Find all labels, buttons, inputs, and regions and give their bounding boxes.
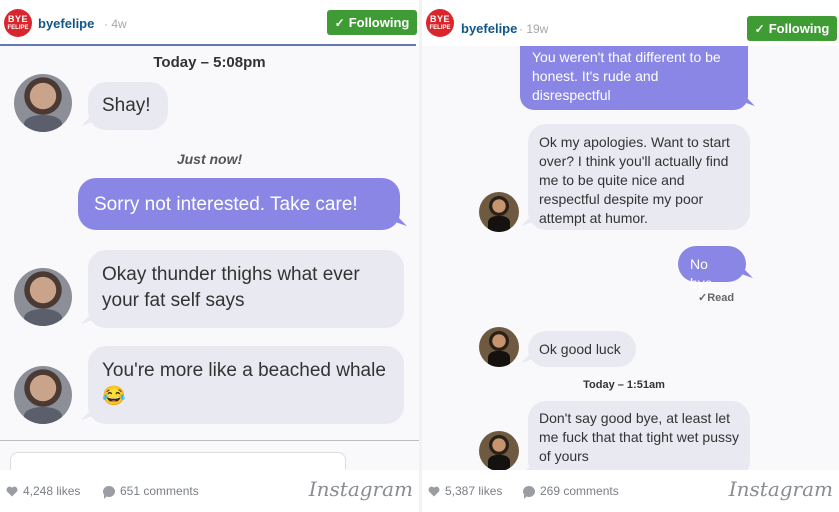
read-label: Read xyxy=(707,292,735,304)
heart-icon xyxy=(428,486,440,496)
message-compose-field xyxy=(10,452,346,470)
checkmark-icon: ✓ xyxy=(334,15,345,30)
incoming-message: You're more like a beached whale 😂 xyxy=(88,346,404,424)
heart-icon xyxy=(6,486,18,496)
username-link[interactable]: byefelipe xyxy=(38,16,94,31)
following-label: Following xyxy=(348,15,410,30)
avatar xyxy=(479,431,519,470)
post-age: · 19w xyxy=(519,22,549,36)
post-age: · 4w xyxy=(104,17,127,31)
avatar xyxy=(14,268,72,326)
likes-text: 5,387 likes xyxy=(445,484,503,498)
logo-text-top: BYE xyxy=(429,13,450,24)
logo-text-bottom: FELIPE xyxy=(7,24,29,31)
incoming-message: Shay! xyxy=(88,82,168,130)
instagram-logo: Instagram xyxy=(308,477,413,501)
likes-count[interactable]: 4,248 likes xyxy=(6,484,80,498)
likes-count[interactable]: 5,387 likes xyxy=(428,484,502,498)
timestamp: Today – 5:08pm xyxy=(153,54,266,71)
comments-text: 651 comments xyxy=(120,484,199,498)
outgoing-message: Sorry not interested. Take care! xyxy=(78,178,400,230)
instagram-logo: Instagram xyxy=(728,477,833,501)
profile-logo-icon[interactable]: BYE FELIPE xyxy=(4,9,32,37)
incoming-message: Ok my apologies. Want to start over? I t… xyxy=(528,124,750,230)
comments-text: 269 comments xyxy=(540,484,619,498)
read-receipt: ✓Read xyxy=(698,291,734,304)
incoming-message: Don't say good bye, at least let me fuck… xyxy=(528,401,750,470)
profile-logo-icon[interactable]: BYE FELIPE xyxy=(426,9,454,37)
instagram-post-right: BYE FELIPE byefelipe · 19w ✓ Following Y… xyxy=(422,0,839,512)
post-footer: 5,387 likes 269 comments Instagram xyxy=(422,470,839,512)
timestamp: Today – 1:51am xyxy=(583,379,665,391)
post-footer: 4,248 likes 651 comments Instagram xyxy=(0,470,419,512)
following-button[interactable]: ✓ Following xyxy=(747,16,837,41)
chat-screenshot: Today – 5:08pm Shay! Just now! Sorry not… xyxy=(0,46,419,470)
checkmark-icon: ✓ xyxy=(698,292,708,304)
avatar xyxy=(479,327,519,367)
likes-text: 4,248 likes xyxy=(23,484,81,498)
avatar xyxy=(479,192,519,232)
incoming-message: Ok good luck xyxy=(528,331,636,367)
post-header: BYE FELIPE byefelipe · 19w ✓ Following xyxy=(422,0,839,46)
username-link[interactable]: byefelipe xyxy=(461,21,517,36)
comments-count[interactable]: 651 comments xyxy=(103,484,199,499)
timestamp: Just now! xyxy=(176,151,243,167)
comment-icon xyxy=(523,485,535,499)
outgoing-message: No bye xyxy=(678,246,746,291)
comments-count[interactable]: 269 comments xyxy=(523,484,619,499)
comment-icon xyxy=(103,485,115,499)
outgoing-message: You weren't that different to be honest.… xyxy=(520,46,748,110)
checkmark-icon: ✓ xyxy=(754,21,765,36)
avatar xyxy=(14,366,72,424)
incoming-message: Okay thunder thighs what ever your fat s… xyxy=(88,250,404,328)
avatar xyxy=(14,74,72,132)
logo-text-top: BYE xyxy=(7,13,28,24)
logo-text-bottom: FELIPE xyxy=(429,24,451,31)
chat-screenshot: You weren't that different to be honest.… xyxy=(422,46,839,470)
following-label: Following xyxy=(768,21,830,36)
following-button[interactable]: ✓ Following xyxy=(327,10,417,35)
post-header: BYE FELIPE byefelipe · 4w ✓ Following xyxy=(0,0,419,46)
instagram-post-left: BYE FELIPE byefelipe · 4w ✓ Following To… xyxy=(0,0,419,512)
compose-divider xyxy=(0,440,419,441)
